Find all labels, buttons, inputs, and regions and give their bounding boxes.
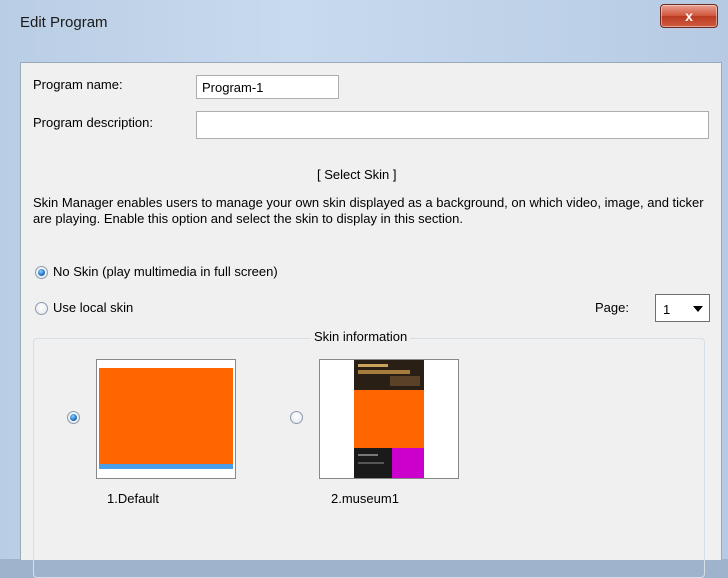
skin-1-thumbnail[interactable]	[96, 359, 236, 479]
no-skin-radio[interactable]	[35, 266, 48, 279]
skin-1-name: 1.Default	[107, 491, 160, 506]
program-name-input[interactable]: Program-1	[196, 75, 339, 99]
page-select-value: 1	[663, 302, 671, 317]
window-title: Edit Program	[20, 14, 108, 31]
page-select[interactable]: 1	[655, 294, 710, 322]
select-skin-heading: [ Select Skin ]	[317, 167, 397, 182]
museum-skin-preview	[354, 360, 424, 478]
program-name-label: Program name:	[33, 77, 123, 92]
close-icon: x	[685, 8, 693, 24]
skin-information-title: Skin information	[311, 329, 411, 344]
local-skin-label[interactable]: Use local skin	[53, 300, 133, 315]
close-button[interactable]: x	[660, 4, 718, 28]
skin-2-radio[interactable]	[290, 411, 303, 424]
local-skin-radio[interactable]	[35, 302, 48, 315]
dialog-window: Edit Program x Program name: Program-1 P…	[0, 0, 728, 578]
chevron-down-icon	[693, 306, 703, 312]
program-description-input[interactable]	[196, 111, 709, 139]
program-description-label: Program description:	[33, 115, 153, 130]
skin-description: Skin Manager enables users to manage you…	[33, 195, 704, 226]
skin-1-radio[interactable]	[67, 411, 80, 424]
skin-2-thumbnail[interactable]	[319, 359, 459, 479]
dialog-client-area: Program name: Program-1 Program descript…	[20, 62, 722, 578]
default-skin-preview	[99, 368, 233, 469]
page-label: Page:	[595, 300, 629, 315]
skin-2-name: 2.museum1	[331, 491, 399, 506]
no-skin-label[interactable]: No Skin (play multimedia in full screen)	[53, 264, 278, 279]
